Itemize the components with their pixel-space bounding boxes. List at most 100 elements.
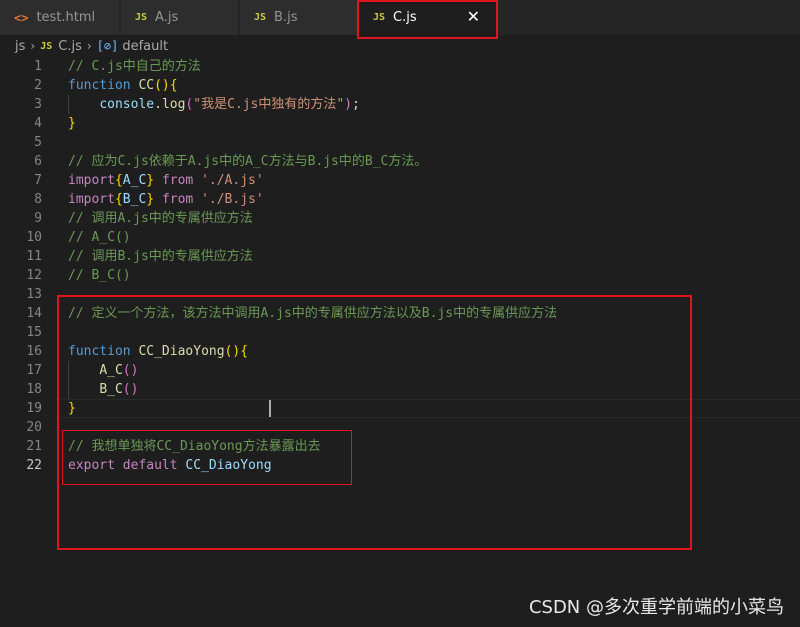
tab-label: test.html (36, 10, 96, 25)
code-token: import (68, 192, 115, 207)
code-token: from (161, 173, 194, 188)
code-token: ) (344, 97, 353, 112)
code-token: () (122, 363, 139, 378)
watermark: CSDN @多次重学前端的小菜鸟 (528, 597, 784, 618)
tab-b-js[interactable]: JS B.js (240, 0, 358, 35)
breadcrumb: js › JS C.js › [⊘] default (0, 35, 800, 57)
code-token: } (68, 401, 76, 416)
tab-a-js[interactable]: JS A.js (121, 0, 239, 35)
code-line: console.log("我是C.js中独有的方法"); (68, 95, 360, 114)
line-number: 9 (34, 211, 42, 226)
code-line: // B_C() (68, 266, 131, 285)
tab-label: B.js (274, 10, 298, 25)
code-token: { (169, 78, 178, 93)
line-number: 4 (34, 116, 42, 131)
code-token: CC (138, 78, 155, 93)
breadcrumb-symbol[interactable]: [⊘] default (97, 39, 168, 54)
current-line-highlight (58, 399, 800, 418)
code-token: // B_C() (68, 268, 131, 283)
line-number: 14 (26, 306, 42, 321)
line-number: 13 (26, 287, 42, 302)
tab-test-html[interactable]: <> test.html (0, 0, 120, 35)
line-number: 1 (34, 59, 42, 74)
line-number: 2 (34, 78, 42, 93)
code-line: B_C() (68, 380, 138, 399)
line-number: 7 (34, 173, 42, 188)
code-token: . (154, 97, 162, 112)
line-number: 21 (26, 439, 42, 454)
code-token: // A_C() (68, 230, 131, 245)
line-number: 17 (26, 363, 42, 378)
js-file-icon: JS (40, 40, 53, 52)
code-token: { (114, 173, 123, 188)
code-token: './A.js' (201, 173, 264, 188)
line-number: 6 (34, 154, 42, 169)
tab-c-js[interactable]: JS C.js ✕ (359, 0, 497, 35)
code-token: ; (352, 97, 360, 112)
code-token: // 应为C.js依赖于A.js中的A_C方法与B.js中的B_C方法。 (68, 154, 428, 169)
line-number: 11 (26, 249, 42, 264)
code-line: // C.js中自己的方法 (68, 57, 201, 76)
code-token: // 调用A.js中的专属供应方法 (68, 211, 253, 226)
code-token: // C.js中自己的方法 (68, 59, 201, 74)
code-line: // 调用B.js中的专属供应方法 (68, 247, 253, 266)
code-line: // 我想单独将CC_DiaoYong方法暴露出去 (68, 437, 321, 456)
code-token: } (68, 116, 76, 131)
code-token: log (161, 97, 186, 112)
line-number: 18 (26, 382, 42, 397)
line-number: 22 (26, 458, 42, 473)
editor-tab-bar: <> test.html JS A.js JS B.js JS C.js ✕ (0, 0, 800, 35)
code-line: import{B_C} from './B.js' (68, 190, 264, 209)
code-line: function CC_DiaoYong(){ (68, 342, 248, 361)
code-token: // 我想单独将CC_DiaoYong方法暴露出去 (68, 439, 321, 454)
js-file-icon: JS (373, 12, 386, 23)
code-token: { (240, 344, 249, 359)
code-token: // 调用B.js中的专属供应方法 (68, 249, 253, 264)
code-token: console (99, 97, 155, 112)
tab-label: A.js (155, 10, 179, 25)
code-line: function CC(){ (68, 76, 178, 95)
symbol-variable-icon: [⊘] (96, 39, 119, 53)
code-token: { (114, 192, 123, 207)
text-cursor (269, 400, 271, 417)
js-file-icon: JS (135, 12, 148, 23)
code-token: "我是C.js中独有的方法" (193, 97, 345, 112)
line-number: 16 (26, 344, 42, 359)
code-line: import{A_C} from './A.js' (68, 171, 264, 190)
code-token: () (224, 344, 241, 359)
line-number: 8 (34, 192, 42, 207)
chevron-right-icon: › (86, 39, 92, 53)
code-token: CC_DiaoYong (185, 458, 272, 473)
line-number: 3 (34, 97, 42, 112)
close-tab-icon[interactable]: ✕ (467, 8, 480, 26)
code-token: B_C (122, 192, 147, 207)
code-line: A_C() (68, 361, 138, 380)
code-token: } (146, 173, 155, 188)
code-line: } (68, 399, 76, 418)
line-number: 5 (34, 135, 42, 150)
code-token: // 定义一个方法，该方法中调用A.js中的专属供应方法以及B.js中的专属供应… (68, 306, 558, 321)
code-line: // A_C() (68, 228, 131, 247)
code-token: () (122, 382, 139, 397)
line-number: 19 (26, 401, 42, 416)
breadcrumb-file[interactable]: JS C.js (40, 39, 82, 54)
code-token: } (146, 192, 155, 207)
js-file-icon: JS (254, 12, 267, 23)
code-token: () (154, 78, 170, 93)
breadcrumb-folder[interactable]: js (15, 39, 25, 54)
code-line: // 调用A.js中的专属供应方法 (68, 209, 253, 228)
code-editor[interactable]: 1 2 3 4 5 6 7 8 9 10 11 12 13 14 15 16 17 18 19 20 21 22 // C… (0, 57, 800, 627)
code-line: } (68, 114, 76, 133)
code-token: default (122, 458, 178, 473)
code-token: function (68, 78, 131, 93)
code-token: A_C (99, 363, 123, 378)
html-file-icon: <> (14, 10, 29, 25)
code-token: CC_DiaoYong (138, 344, 225, 359)
code-token: function (68, 344, 131, 359)
